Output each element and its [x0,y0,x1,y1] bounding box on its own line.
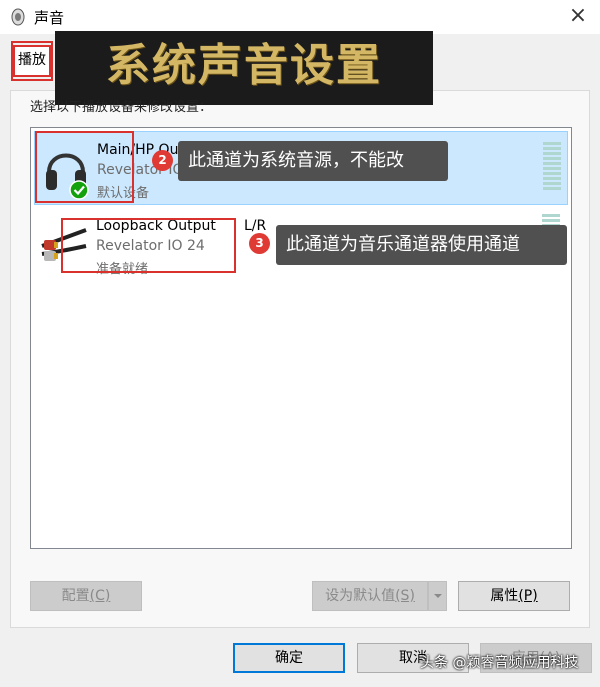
set-default-accel: (S) [395,588,415,604]
annotation-box [35,131,134,203]
configure-accel: (C) [89,588,111,604]
watermark: 头条 @颖睿音频应用科技 [420,655,579,671]
chevron-down-icon [433,594,442,598]
set-default-label: 设为默认值 [325,588,396,604]
configure-label: 配置 [61,588,90,604]
set-default-dropdown[interactable] [428,581,447,611]
set-default-button[interactable]: 设为默认值(S) [312,581,428,611]
instruction-text: 选择以下播放设备来修改设置： [30,100,213,115]
properties-button[interactable]: 属性(P) [458,581,570,611]
properties-label: 属性 [490,588,519,604]
annotation-box [61,218,236,273]
ok-button[interactable]: 确定 [233,643,345,673]
speaker-app-icon [11,8,25,26]
title-banner: 系统声音设置 [55,31,433,105]
callout-text: 此通道为音乐通道器使用通道 [276,225,567,265]
callout-badge: 3 [249,233,270,254]
channel-label: L/R [244,218,267,234]
configure-button[interactable]: 配置(C) [30,581,142,611]
annotation-box [11,41,53,81]
title-bar: 声音 × [0,0,600,34]
callout-badge: 2 [152,150,173,171]
banner-text: 系统声音设置 [106,40,382,91]
close-button[interactable]: × [566,4,590,28]
volume-meter [543,142,561,192]
callout-text: 此通道为系统音源，不能改 [178,141,448,181]
window-title: 声音 [34,9,65,27]
properties-accel: (P) [518,588,538,604]
